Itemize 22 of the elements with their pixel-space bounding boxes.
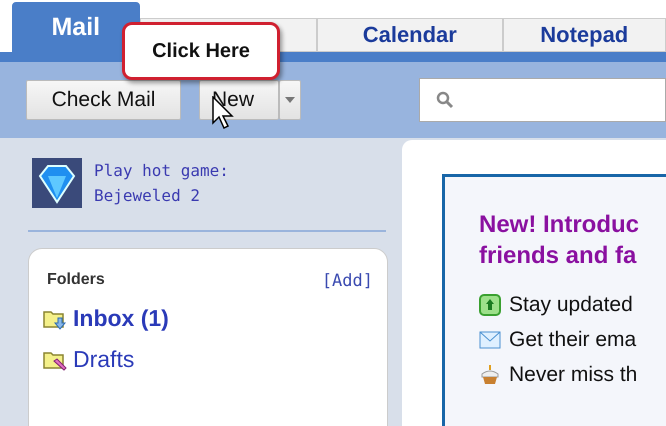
signal-icon [479, 294, 501, 316]
feature-text: Stay updated [509, 292, 633, 316]
click-here-tooltip: Click Here [122, 22, 280, 80]
tab[interactable]: Calendar [317, 18, 502, 52]
tab[interactable]: Mail [12, 2, 140, 52]
add-folder-link[interactable]: [Add] [322, 271, 373, 291]
folder-link[interactable]: Inbox (1) [73, 305, 169, 332]
search-field[interactable] [419, 78, 666, 122]
gem-icon [32, 158, 82, 208]
check-mail-button[interactable]: Check Mail [26, 80, 181, 120]
caret-icon [285, 97, 295, 103]
folder-link[interactable]: Drafts [73, 346, 134, 373]
dropdown-button[interactable] [279, 80, 301, 120]
tab[interactable]: Notepad [502, 18, 666, 52]
search-icon [436, 91, 454, 109]
cake-icon [479, 364, 501, 386]
game-link[interactable]: Play hot game: Bejeweled 2 [94, 158, 229, 208]
feature-text: Get their ema [509, 328, 636, 352]
folders-heading: Folders [47, 271, 105, 290]
envelope-icon [479, 330, 501, 348]
feature-text: Never miss th [509, 362, 638, 386]
announcement-title: New! Introduc friends and fa [479, 210, 640, 271]
